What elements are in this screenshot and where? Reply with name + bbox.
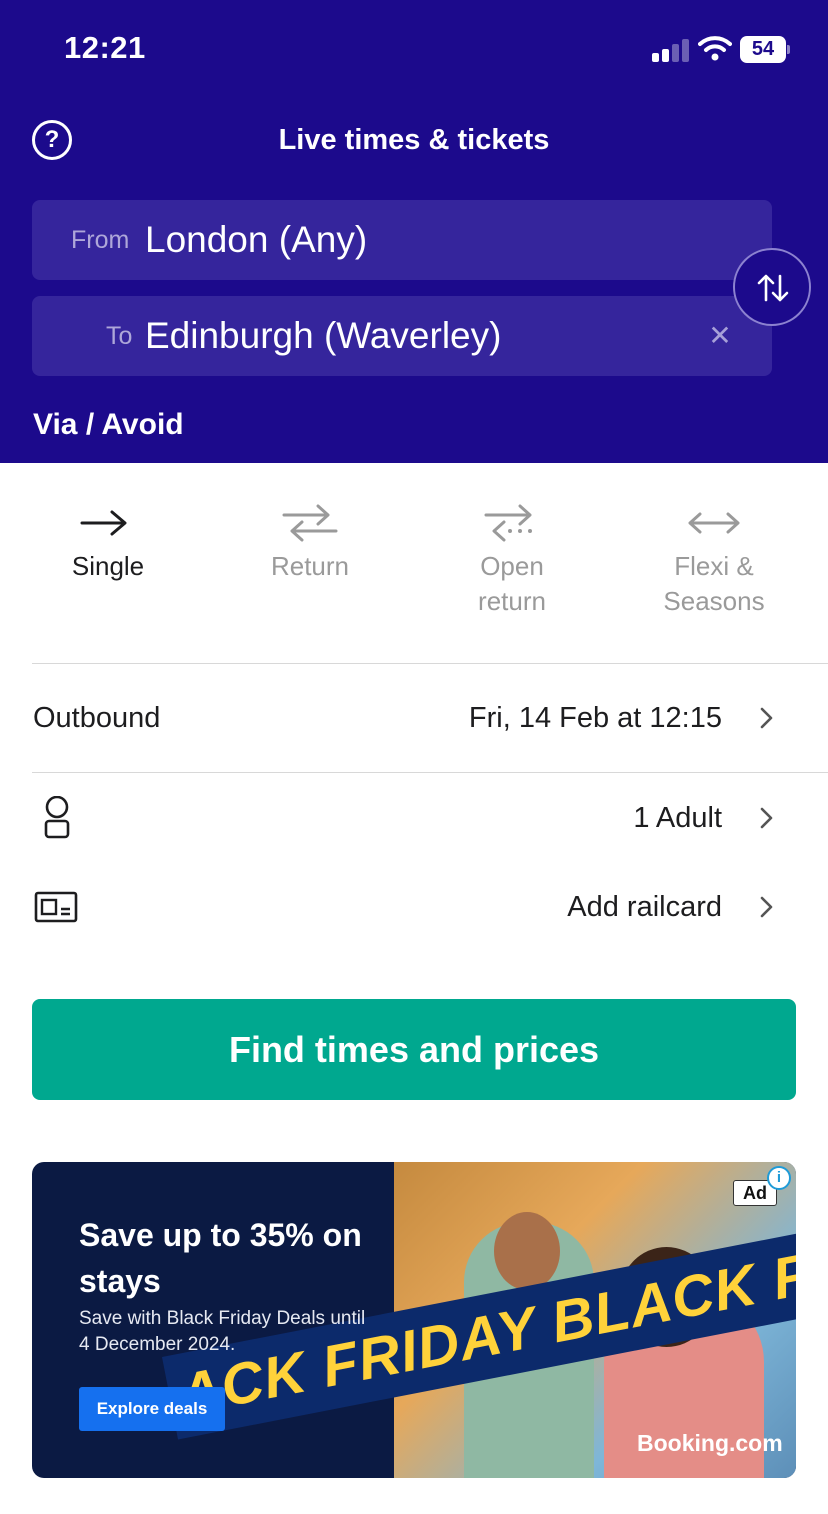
swap-stations-button[interactable] <box>733 248 811 326</box>
divider <box>32 663 828 664</box>
via-avoid-link[interactable]: Via / Avoid <box>33 408 184 442</box>
from-label: From <box>71 226 130 254</box>
wifi-icon <box>698 36 732 61</box>
arrow-right-icon <box>80 510 127 536</box>
ad-info-icon[interactable]: i <box>767 1166 791 1190</box>
chevron-right-icon <box>760 896 773 918</box>
to-station-field[interactable]: To Edinburgh (Waverley) ✕ <box>32 296 772 376</box>
from-value: London (Any) <box>145 219 368 260</box>
tab-flexi-seasons[interactable]: Flexi & Seasons <box>614 463 814 663</box>
tab-return[interactable]: Return <box>210 463 410 663</box>
person-icon <box>44 796 70 839</box>
to-value: Edinburgh (Waverley) <box>145 315 502 356</box>
chevron-right-icon <box>760 807 773 829</box>
railcard-row[interactable]: Add railcard <box>0 867 828 947</box>
ticket-type-tabs: Single Return Open return Flexi & Season… <box>0 463 828 663</box>
tab-single[interactable]: Single <box>8 463 208 663</box>
arrows-open-return-icon <box>484 504 532 542</box>
chevron-right-icon <box>760 707 773 729</box>
status-time: 12:21 <box>64 30 146 65</box>
outbound-datetime: Fri, 14 Feb at 12:15 <box>468 702 722 734</box>
ad-subtext: Save with Black Friday Deals until 4 Dec… <box>79 1308 366 1355</box>
page-title: Live times & tickets <box>278 124 550 156</box>
outbound-row[interactable]: Outbound Fri, 14 Feb at 12:15 <box>0 678 828 758</box>
swap-vertical-icon <box>757 274 789 302</box>
arrows-swap-icon <box>282 504 338 542</box>
to-label: To <box>106 322 133 350</box>
passengers-row[interactable]: 1 Adult <box>0 778 828 858</box>
explore-deals-button[interactable]: Explore deals <box>79 1387 225 1431</box>
header: 12:21 54 ? Live times & tickets From Lon… <box>0 0 828 463</box>
from-station-field[interactable]: From London (Any) <box>32 200 772 280</box>
battery-percent: 54 <box>751 38 775 60</box>
arrow-both-icon <box>688 512 740 534</box>
tab-open-return-label: Open return <box>478 551 546 616</box>
tab-single-label: Single <box>71 551 145 581</box>
tab-flexi-seasons-label: Flexi & Seasons <box>663 551 765 616</box>
tab-open-return[interactable]: Open return <box>412 463 612 663</box>
railcard-icon <box>34 891 78 923</box>
ad-brand-logo: Booking.com <box>637 1430 783 1456</box>
find-times-button[interactable]: Find times and prices <box>32 999 796 1100</box>
battery-icon: 54 <box>740 36 790 63</box>
railcard-value: Add railcard <box>567 891 722 923</box>
outbound-label: Outbound <box>33 702 161 734</box>
clear-destination-icon[interactable]: ✕ <box>704 320 736 352</box>
cellular-signal-icon <box>652 38 692 62</box>
passengers-value: 1 Adult <box>633 802 722 834</box>
ad-headline: Save up to 35% on stays <box>79 1217 362 1299</box>
ad-banner[interactable]: ACK FRIDAY BLACK FRIDAY BLAC Save up to … <box>32 1162 796 1478</box>
tab-return-label: Return <box>270 551 350 581</box>
divider <box>32 772 828 773</box>
